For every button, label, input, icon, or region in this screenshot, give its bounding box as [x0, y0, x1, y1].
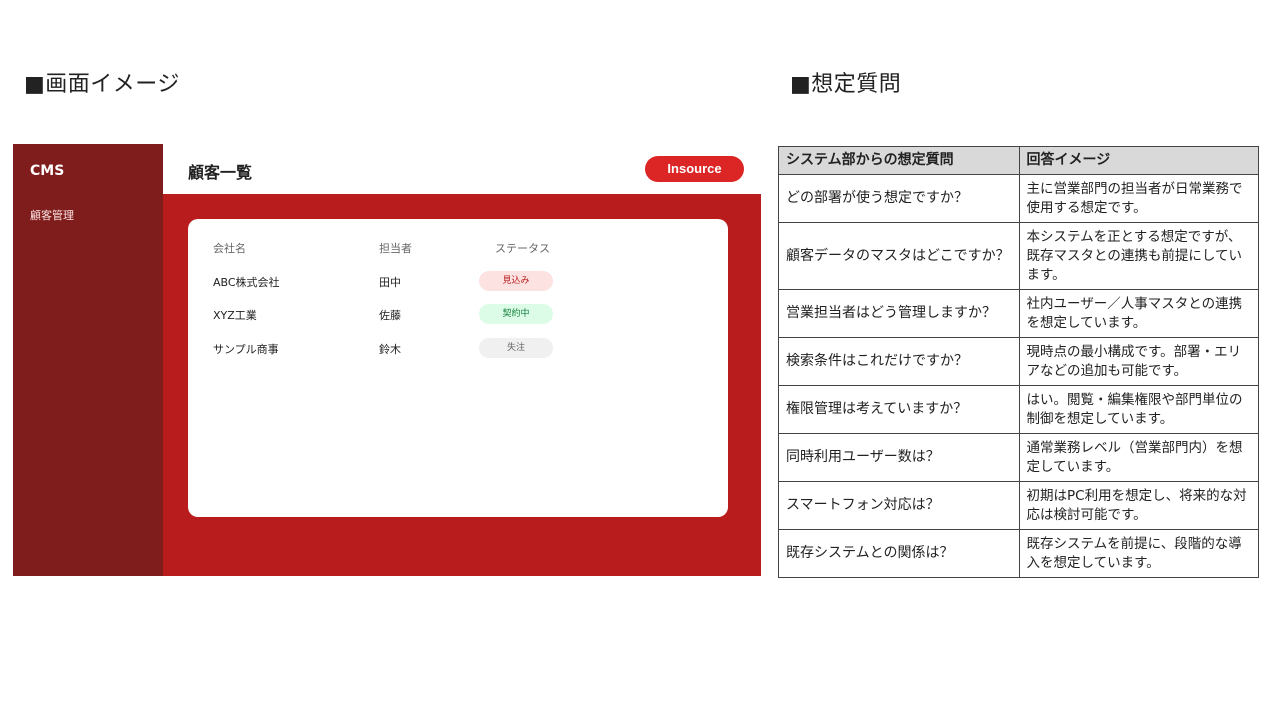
mock-sidebar: CMS 顧客管理 [13, 144, 163, 576]
column-header-status: ステータス [495, 242, 550, 255]
faq-row: スマートフォン対応は？ 初期はPC利用を想定し、将来的な対応は検討可能です。 [778, 481, 1259, 530]
faq-answer: 既存システムを前提に、段階的な導入を想定しています。 [1018, 529, 1259, 578]
faq-row: どの部署が使う想定ですか？ 主に営業部門の担当者が日常業務で使用する想定です。 [778, 174, 1259, 223]
table-cell-person: 田中 [379, 276, 401, 289]
faq-header-row: システム部からの想定質問 回答イメージ [778, 146, 1259, 175]
page-title: 顧客一覧 [188, 163, 253, 182]
faq-row: 営業担当者はどう管理しますか？ 社内ユーザー／人事マスタとの連携を想定しています… [778, 289, 1259, 338]
faq-answer: 初期はPC利用を想定し、将来的な対応は検討可能です。 [1018, 481, 1259, 530]
sidebar-item-customers[interactable]: 顧客管理 [30, 207, 74, 223]
faq-question: どの部署が使う想定ですか？ [778, 174, 1020, 223]
faq-question: 既存システムとの関係は？ [778, 529, 1020, 578]
table-cell-company[interactable]: ABC株式会社 [213, 274, 280, 290]
faq-row: 権限管理は考えていますか？ はい。閲覧・編集権限や部門単位の制御を想定しています… [778, 385, 1259, 434]
column-header-company: 会社名 [213, 242, 246, 255]
faq-row: 検索条件はこれだけですか？ 現時点の最小構成です。部署・エリアなどの追加も可能で… [778, 337, 1259, 386]
faq-question: 営業担当者はどう管理しますか？ [778, 289, 1020, 338]
faq-header-answer: 回答イメージ [1018, 146, 1259, 175]
status-badge: 失注 [479, 338, 553, 358]
faq-answer: 本システムを正とする想定ですが、既存マスタとの連携も前提にしています。 [1018, 222, 1259, 290]
cms-mockup: CMS 顧客管理 顧客一覧 Insource 会社名 担当者 ステータス ABC… [13, 144, 761, 576]
faq-heading: ■想定質問 [790, 72, 902, 97]
faq-row: 顧客データのマスタはどこですか？ 本システムを正とする想定ですが、既存マスタとの… [778, 222, 1259, 290]
faq-answer: 通常業務レベル（営業部門内）を想定しています。 [1018, 433, 1259, 482]
customer-table-card: 会社名 担当者 ステータス ABC株式会社 田中 見込み XYZ工業 佐藤 契約… [188, 219, 728, 517]
insource-logo: Insource [645, 156, 744, 182]
faq-table: システム部からの想定質問 回答イメージ どの部署が使う想定ですか？ 主に営業部門… [778, 146, 1259, 578]
mock-header: 顧客一覧 Insource [163, 144, 761, 194]
faq-answer: はい。閲覧・編集権限や部門単位の制御を想定しています。 [1018, 385, 1259, 434]
faq-answer: 主に営業部門の担当者が日常業務で使用する想定です。 [1018, 174, 1259, 223]
screen-image-heading: ■画面イメージ [24, 72, 180, 97]
column-header-person: 担当者 [379, 242, 412, 255]
faq-row: 既存システムとの関係は？ 既存システムを前提に、段階的な導入を想定しています。 [778, 529, 1259, 578]
faq-row: 同時利用ユーザー数は？ 通常業務レベル（営業部門内）を想定しています。 [778, 433, 1259, 482]
faq-answer: 社内ユーザー／人事マスタとの連携を想定しています。 [1018, 289, 1259, 338]
table-cell-person: 鈴木 [379, 343, 401, 356]
mock-brand: CMS [30, 163, 65, 179]
status-badge: 契約中 [479, 304, 553, 324]
faq-header-question: システム部からの想定質問 [778, 146, 1020, 175]
faq-question: 検索条件はこれだけですか？ [778, 337, 1020, 386]
table-cell-person: 佐藤 [379, 309, 401, 322]
faq-question: 顧客データのマスタはどこですか？ [778, 222, 1020, 290]
table-cell-company[interactable]: XYZ工業 [213, 307, 257, 323]
table-cell-company[interactable]: サンプル商事 [213, 341, 279, 357]
status-badge: 見込み [479, 271, 553, 291]
faq-question: スマートフォン対応は？ [778, 481, 1020, 530]
faq-question: 同時利用ユーザー数は？ [778, 433, 1020, 482]
faq-answer: 現時点の最小構成です。部署・エリアなどの追加も可能です。 [1018, 337, 1259, 386]
faq-question: 権限管理は考えていますか？ [778, 385, 1020, 434]
